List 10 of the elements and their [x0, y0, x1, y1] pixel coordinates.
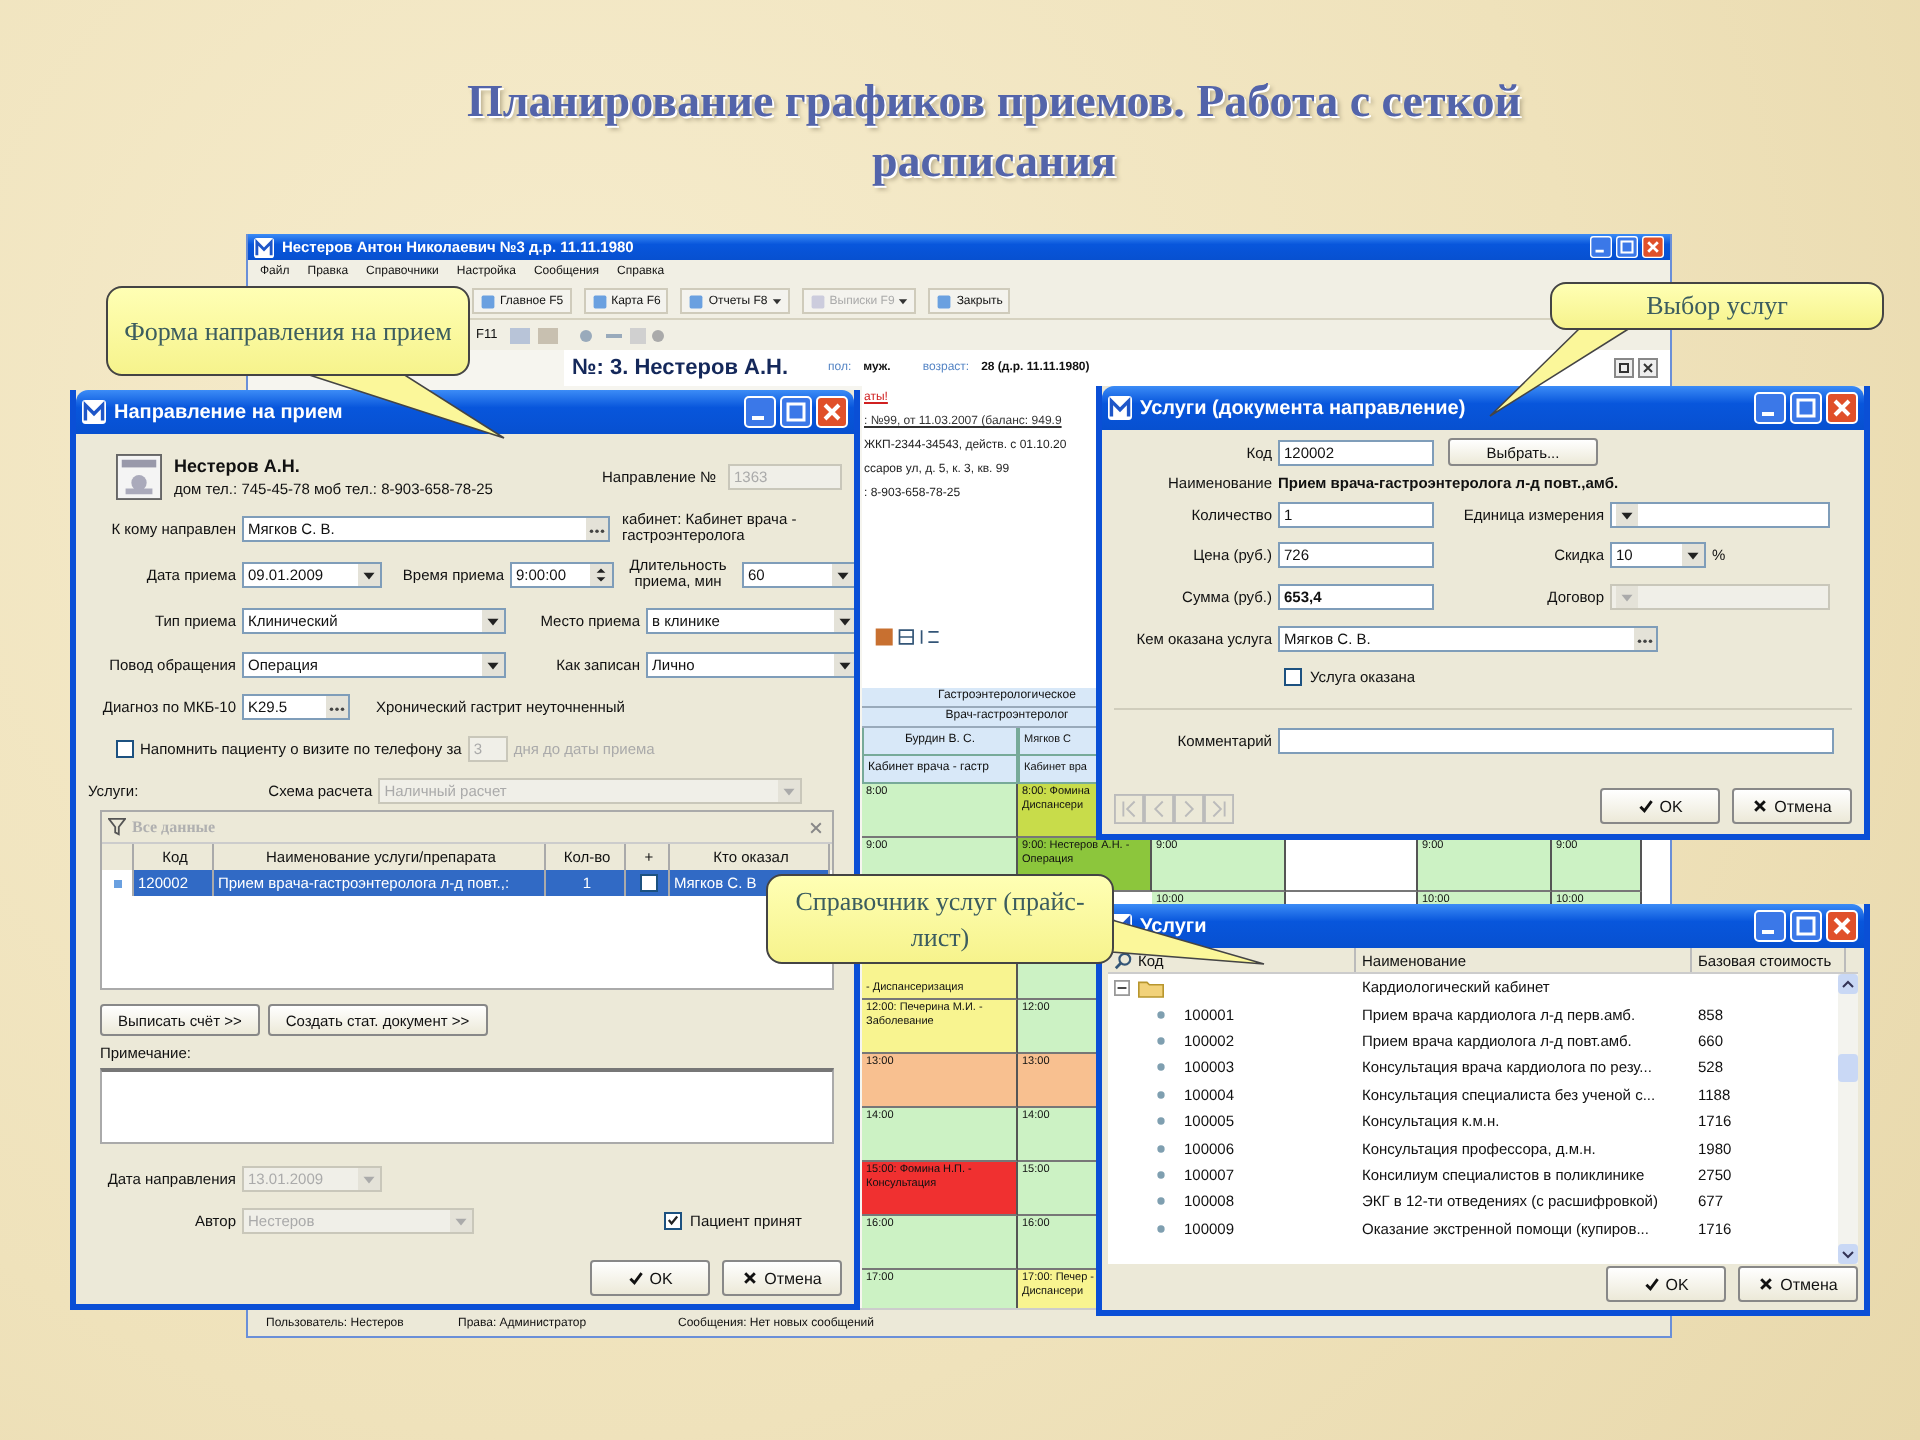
filter-text: Все данные	[132, 818, 216, 836]
callout-tooltip: Выбор услуг	[1550, 282, 1884, 330]
window-title: Услуги (документа направление)	[1140, 397, 1466, 419]
callout-tooltip: Справочник услуг (прайс-лист)	[766, 874, 1114, 964]
window-title: Направление на прием	[114, 401, 343, 423]
window-title: Услуги	[1140, 915, 1207, 937]
patient-number: №: 3. Нестеров А.Н.	[572, 356, 789, 380]
patient-name: Нестеров А.Н.	[174, 455, 302, 475]
callout-tooltip: Форма направления на прием	[106, 286, 470, 376]
slide-title: Планирование графиков приемов. Работа с сеткой расписания	[465, 74, 1523, 190]
